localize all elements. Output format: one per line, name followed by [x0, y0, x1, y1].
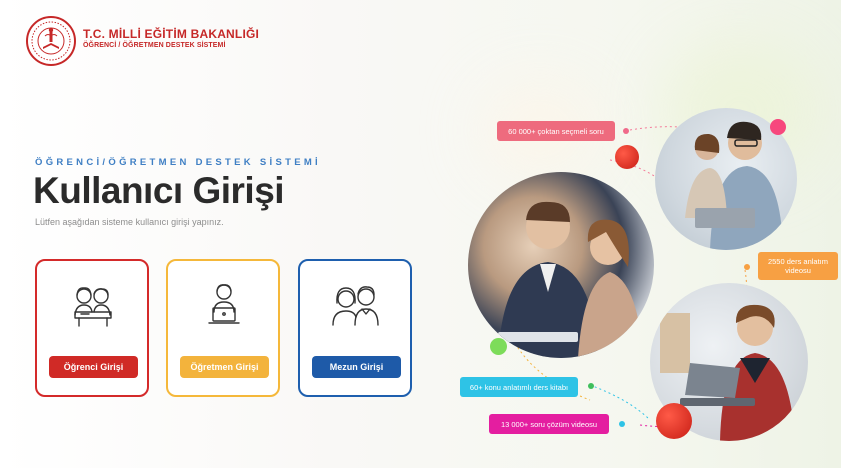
meb-logo[interactable]	[26, 16, 76, 66]
stat-lecture-videos-pill: 2550 ders anlatım videosu	[758, 252, 838, 280]
ministry-title: T.C. MİLLİ EĞİTİM BAKANLIĞI	[83, 27, 260, 41]
page-title: Kullanıcı Girişi	[33, 170, 285, 211]
graduates-icon	[332, 286, 379, 326]
system-subtitle: ÖĞRENCİ / ÖĞRETMEN DESTEK SİSTEMİ	[83, 42, 226, 49]
stat-solution-videos-pill: 13 000+ soru çözüm videosu	[489, 414, 609, 434]
hero-eyebrow: ÖĞRENCİ/ÖĞRETMEN DESTEK SİSTEMİ	[35, 157, 321, 168]
decor-dot-small-orange	[744, 264, 750, 270]
graduate-login-card[interactable]: Mezun Girişi	[298, 259, 412, 397]
decor-dot-small-green	[588, 383, 594, 389]
decor-dot-red-large	[656, 403, 692, 439]
decor-dot-small-cyan	[619, 421, 625, 427]
teacher-student-photo	[468, 172, 654, 358]
teacher-laptop-icon	[208, 284, 240, 324]
teacher-login-button[interactable]: Öğretmen Girişi	[180, 356, 269, 378]
decor-dot-pink	[770, 119, 786, 135]
page-description: Lütfen aşağıdan sisteme kullanıcı girişi…	[35, 217, 224, 227]
student-login-card[interactable]: Öğrenci Girişi	[35, 259, 149, 397]
decor-dot-small-pink	[623, 128, 629, 134]
decor-dot-green	[490, 338, 507, 355]
student-login-button[interactable]: Öğrenci Girişi	[49, 356, 138, 378]
graduate-login-button[interactable]: Mezun Girişi	[312, 356, 401, 378]
teacher-login-card[interactable]: Öğretmen Girişi	[166, 259, 280, 397]
students-icon	[74, 287, 112, 327]
decor-dot-red	[615, 145, 639, 169]
stat-questions-pill: 60 000+ çoktan seçmeli soru	[497, 121, 615, 141]
stat-books-pill: 60+ konu anlatımlı ders kitabı	[460, 377, 578, 397]
